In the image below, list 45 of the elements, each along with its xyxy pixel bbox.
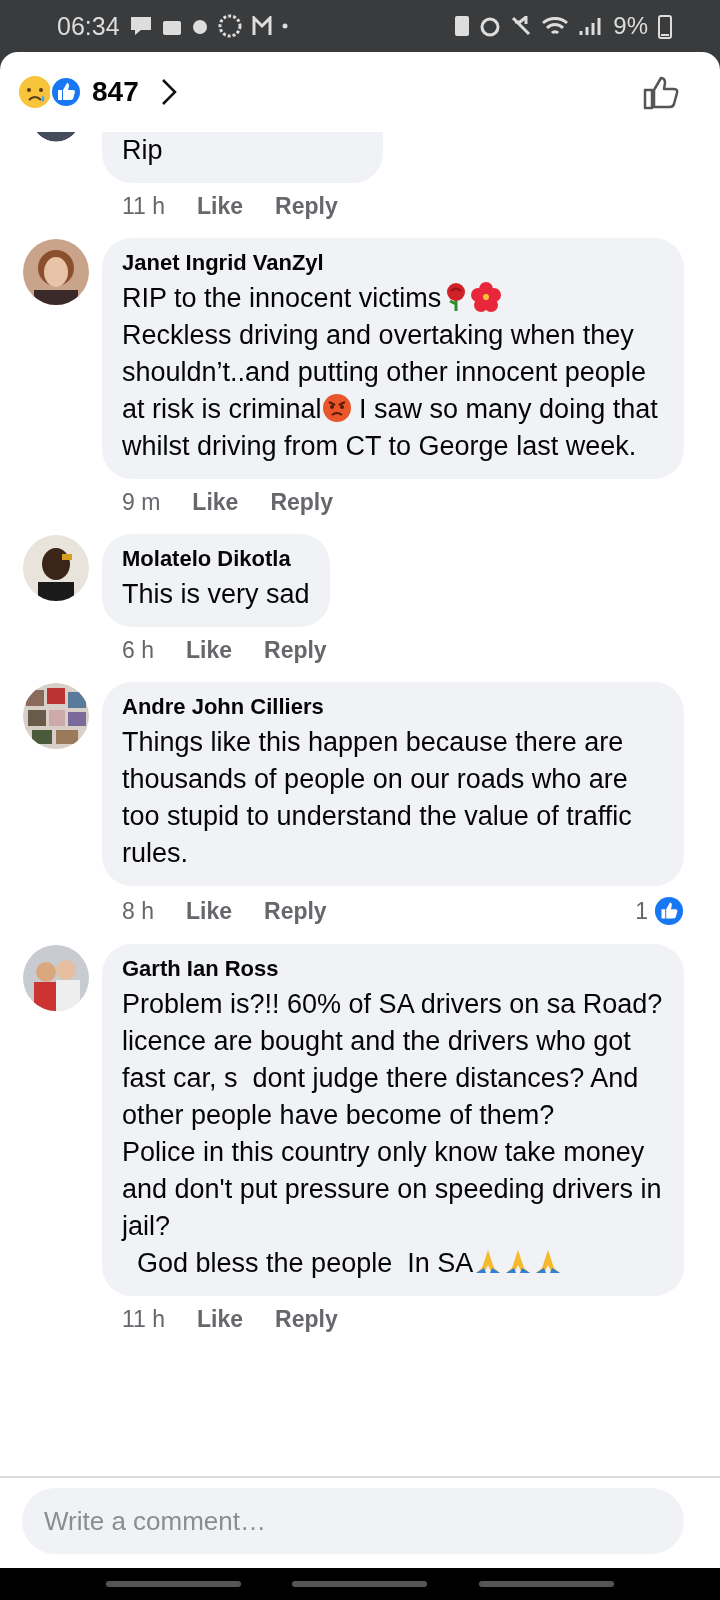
mail-icon [251, 16, 272, 36]
reaction-count[interactable]: 1 [635, 897, 648, 925]
dotted-circle-icon [217, 14, 242, 38]
comment-time: 6 h [122, 637, 154, 664]
message-icon [129, 15, 152, 37]
commenter-name[interactable]: Janet Ingrid VanZyl [122, 250, 664, 276]
comment-text: Problem is?!! 60% of SA drivers on sa Road? licence are bought and the drivers who got fast car, s dont judge there distances? And other people have become of them? Police in this country only know take money and don't put pressure on speeding drivers in jail? God bless the people In SA [122, 988, 664, 1280]
angry-face-icon [321, 393, 352, 423]
nav-handle[interactable] [292, 1581, 428, 1587]
wifi-icon [541, 17, 570, 35]
comment-text: RIP to the innocent victims Reckless driving and overtaking when they shouldn’t..and putting other innocent people at risk is criminal I saw so many doing that whilst driving from CT to George last week. [122, 281, 659, 463]
comment-text: Rip [122, 134, 163, 167]
comment-time: 9 m [122, 489, 161, 516]
like-link[interactable]: Like [197, 1306, 244, 1333]
signal-icon [579, 16, 604, 36]
like-reaction-icon [50, 76, 82, 108]
comment-text: This is very sad [122, 578, 310, 611]
reply-link[interactable]: Reply [264, 637, 327, 664]
dot-icon [281, 23, 288, 29]
comment-input[interactable]: Write a comment… [22, 1488, 684, 1554]
battery-level: 9% [613, 12, 648, 40]
alarm-icon [479, 15, 502, 37]
nav-handle[interactable] [479, 1581, 615, 1587]
commenter-name[interactable]: Andre John Cilliers [122, 694, 664, 720]
comment-text: Things like this happen because there are thousands of people on our roads who are too stupid to understand the value of traffic rules. [122, 726, 633, 870]
reply-link[interactable]: Reply [264, 897, 327, 925]
battery-icon [658, 13, 672, 39]
flower-icon [471, 282, 502, 312]
commenter-name[interactable]: Garth Ian Ross [122, 956, 664, 982]
like-link[interactable]: Like [197, 193, 244, 220]
commenter-name[interactable]: Molatelo Dikotla [122, 546, 310, 572]
like-link[interactable]: Like [192, 489, 239, 516]
comment-time: 11 h [122, 193, 166, 220]
comment-time: 8 h [122, 897, 154, 925]
sad-reaction-icon [18, 75, 52, 109]
nav-handle[interactable] [105, 1581, 241, 1587]
reaction-count[interactable]: 847 [92, 76, 139, 108]
comment-time: 11 h [122, 1306, 166, 1333]
like-link[interactable]: Like [186, 637, 232, 664]
reply-link[interactable]: Reply [275, 193, 338, 220]
status-time: 06:34 [57, 11, 120, 41]
like-reaction-icon [654, 896, 684, 926]
like-link[interactable]: Like [186, 897, 232, 925]
reply-link[interactable]: Reply [275, 1306, 338, 1333]
reply-link[interactable]: Reply [270, 489, 333, 516]
